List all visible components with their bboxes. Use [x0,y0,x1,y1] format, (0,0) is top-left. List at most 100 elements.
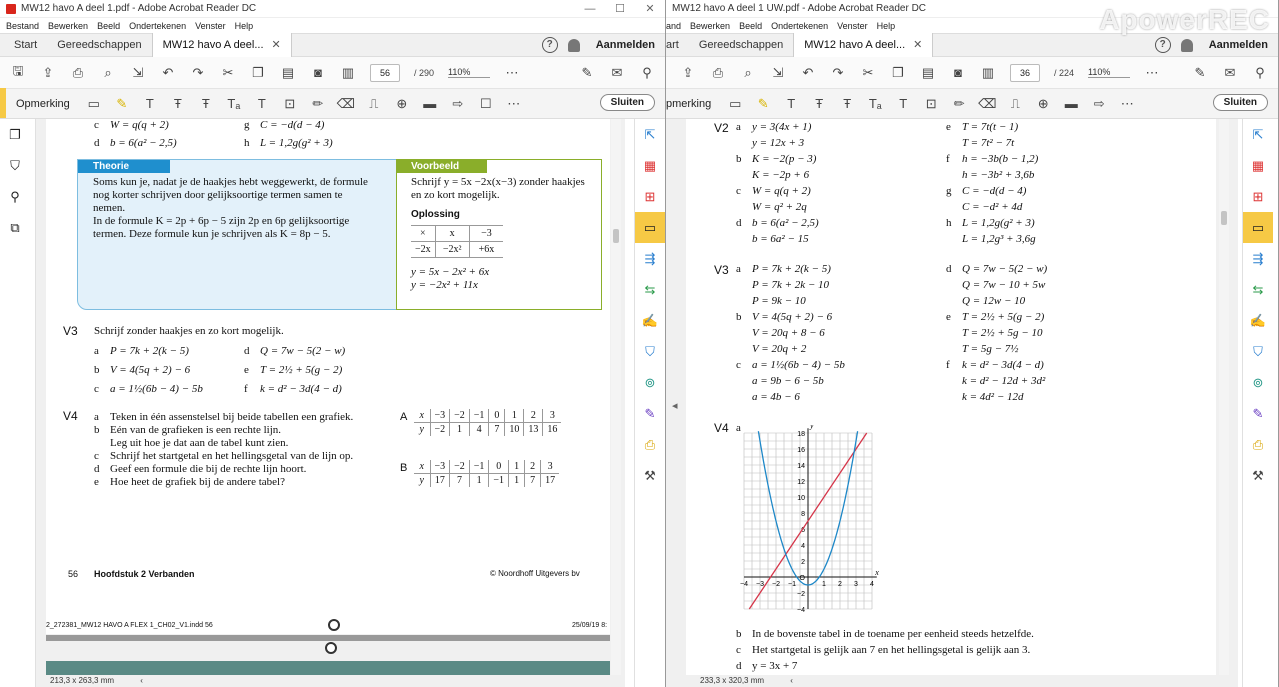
stamp-icon[interactable]: ⎍ [366,96,382,112]
create-pdf-icon[interactable]: ⊞ [635,181,665,212]
comment-tool-icon[interactable]: ▭ [1243,212,1273,243]
attach-icon[interactable]: ⊕ [1035,96,1051,112]
menu-venster[interactable]: Venster [837,21,868,31]
collapse-left-icon[interactable]: ◂ [672,399,678,412]
sticky-note-icon[interactable]: ▭ [86,96,102,112]
highlighter-icon[interactable]: ✎ [755,96,771,112]
add-user-icon[interactable]: ⚲ [639,65,655,81]
maximize-button[interactable]: ☐ [605,2,635,15]
eraser-icon[interactable]: ⌫ [978,96,996,112]
eraser-icon[interactable]: ⌫ [337,96,355,112]
search-icon[interactable]: ⌕ [100,65,116,81]
scroll-left-icon[interactable]: ‹ [140,676,143,685]
more-icon[interactable]: ⋯ [1144,65,1160,81]
snapshot-icon[interactable]: ◙ [950,65,966,81]
paste-icon[interactable]: ▤ [280,65,296,81]
reading-icon[interactable]: ▥ [340,65,356,81]
menu-beeld[interactable]: Beeld [97,21,120,31]
menu-bewerken[interactable]: Bewerken [48,21,88,31]
combine-icon[interactable]: ⇶ [635,243,665,274]
attachment-icon[interactable]: ⚲ [0,181,30,212]
zoom-select[interactable]: 110% [1088,67,1131,78]
reading-icon[interactable]: ▥ [980,65,996,81]
menu-bestand[interactable]: Bestand [6,21,39,31]
protect-icon[interactable]: ⛉ [1243,336,1273,367]
more-comment-icon[interactable]: ⋯ [506,96,522,112]
vertical-scrollbar[interactable] [611,119,621,675]
fill-sign-icon[interactable]: ✍ [1243,305,1273,336]
compress-icon[interactable]: ⇆ [635,274,665,305]
sticky-note-icon[interactable]: ▭ [727,96,743,112]
copy-icon[interactable]: ❐ [250,65,266,81]
arrow-icon[interactable]: ⇨ [1091,96,1107,112]
insert-text-icon[interactable]: Tₐ [867,96,883,112]
zoom-select[interactable]: 110% [448,67,491,78]
attach-icon[interactable]: ⊕ [394,96,410,112]
more-tools-icon[interactable]: ⚒ [1243,460,1273,491]
export-pdf-icon[interactable]: ⇱ [635,119,665,150]
login-button[interactable]: Aanmelden [596,39,655,51]
tab-tools[interactable]: Gereedschappen [689,33,793,57]
rectangle-icon[interactable]: ☐ [478,96,494,112]
paste-icon[interactable]: ▤ [920,65,936,81]
stamp-icon[interactable]: ⎍ [1007,96,1023,112]
sign-icon[interactable]: ✎ [579,65,595,81]
menu-help[interactable]: Help [877,21,896,31]
comment-tool-icon[interactable]: ▭ [635,212,665,243]
share-icon[interactable]: ⇲ [770,65,786,81]
add-text-icon[interactable]: T [254,96,270,112]
menu-help[interactable]: Help [235,21,254,31]
more-tools-icon[interactable]: ⚒ [635,460,665,491]
save-icon[interactable]: 🖫 [10,63,26,81]
close-tab-icon[interactable]: ✕ [272,39,281,51]
sign-icon[interactable]: ✎ [1192,65,1208,81]
share-icon[interactable]: ⇲ [130,65,146,81]
minimize-button[interactable]: — [575,3,605,15]
mail-icon[interactable]: ✉ [1222,65,1238,81]
create-pdf-icon[interactable]: ⊞ [1243,181,1273,212]
arrow-icon[interactable]: ⇨ [450,96,466,112]
close-window-button[interactable]: ✕ [635,2,665,15]
fill-sign-icon[interactable]: ✍ [635,305,665,336]
more-icon[interactable]: ⋯ [504,65,520,81]
pencil-icon[interactable]: ✏ [310,96,326,112]
organize-icon[interactable]: ▦ [1243,150,1273,181]
strikethrough-icon[interactable]: Ŧ [170,96,186,112]
redo-icon[interactable]: ↷ [830,65,846,81]
send-icon[interactable]: ⎙ [1243,429,1273,460]
protect-icon[interactable]: ⛉ [635,336,665,367]
textbox-icon[interactable]: ⊡ [282,96,298,112]
close-comment-button[interactable]: Sluiten [599,94,655,111]
compress-icon[interactable]: ⇆ [1243,274,1273,305]
replace-text-icon[interactable]: Ŧ [839,96,855,112]
menu-bestand[interactable]: and [666,21,681,31]
scroll-thumb[interactable] [1221,211,1227,225]
print-icon[interactable]: ⎙ [70,65,86,81]
vertical-scrollbar[interactable] [1219,119,1229,675]
scroll-left-icon[interactable]: ‹ [790,676,793,685]
snapshot-icon[interactable]: ◙ [310,65,326,81]
send-icon[interactable]: ⎙ [635,429,665,460]
upload-icon[interactable]: ⇪ [680,65,696,81]
help-icon[interactable]: ? [1154,37,1171,53]
menu-bewerken[interactable]: Bewerken [690,21,730,31]
menu-venster[interactable]: Venster [195,21,226,31]
more-comment-icon[interactable]: ⋯ [1119,96,1135,112]
scan-icon[interactable]: ⊚ [1243,367,1273,398]
line-icon[interactable]: ▬ [422,96,438,112]
organize-icon[interactable]: ▦ [635,150,665,181]
undo-icon[interactable]: ↶ [160,65,176,81]
redo-icon[interactable]: ↷ [190,65,206,81]
line-icon[interactable]: ▬ [1063,96,1079,112]
cut-icon[interactable]: ✂ [860,65,876,81]
tab-start[interactable]: Start [4,33,47,57]
bell-icon[interactable] [1180,38,1193,52]
insert-text-icon[interactable]: Tₐ [226,96,242,112]
edit-sign-icon[interactable]: ✎ [635,398,665,429]
cut-icon[interactable]: ✂ [220,65,236,81]
scan-icon[interactable]: ⊚ [635,367,665,398]
print-icon[interactable]: ⎙ [710,65,726,81]
highlighter-icon[interactable]: ✎ [114,96,130,112]
page-number-input[interactable]: 36 [1010,63,1040,82]
search-icon[interactable]: ⌕ [740,65,756,81]
